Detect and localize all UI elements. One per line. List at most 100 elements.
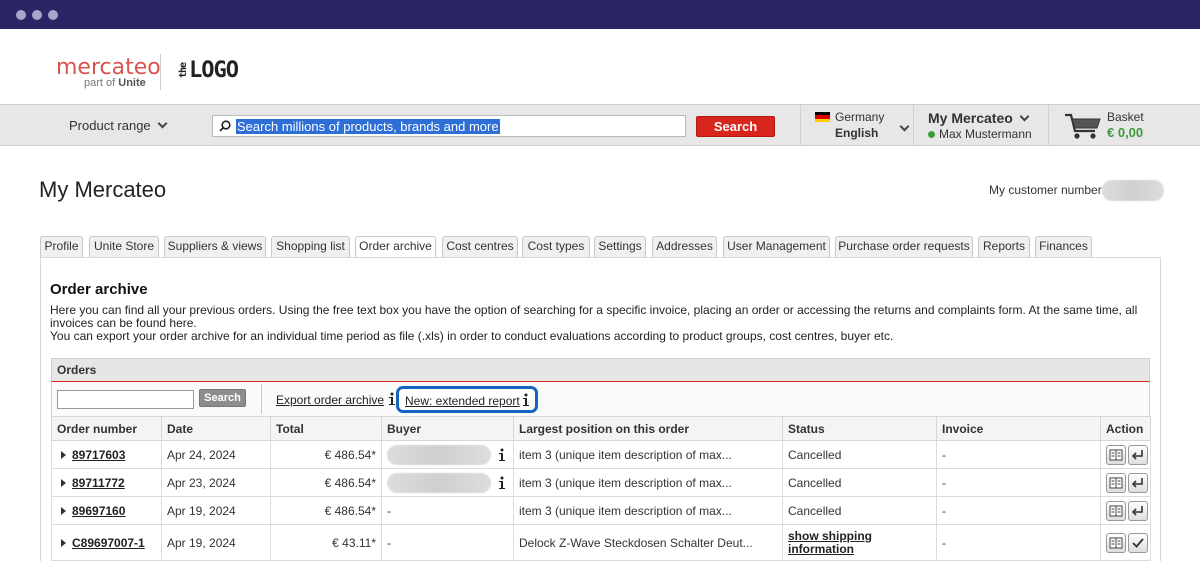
orders-toolbar: Search Export order archive New: extende…	[51, 382, 1150, 416]
order-number-link[interactable]: 89717603	[72, 448, 125, 462]
search-button[interactable]: Search	[696, 116, 775, 137]
return-button[interactable]	[1128, 500, 1148, 521]
largest-position: item 3 (unique item description of max..…	[513, 468, 783, 497]
column-header[interactable]: Total	[270, 416, 382, 441]
extended-report-link[interactable]: New: extended report	[405, 394, 520, 408]
tab-reports[interactable]: Reports	[978, 236, 1030, 257]
info-icon[interactable]	[521, 393, 531, 407]
tab-order-archive[interactable]: Order archive	[355, 236, 436, 258]
mercateo-logo[interactable]: mercateo part of Unite	[56, 55, 161, 89]
order-status: Cancelled	[782, 440, 937, 469]
shopping-cart-icon[interactable]	[1064, 112, 1102, 140]
column-header[interactable]: Invoice	[936, 416, 1101, 441]
buyer-redacted	[387, 472, 491, 493]
invoice-cell: -	[936, 468, 1101, 497]
largest-position: Delock Z-Wave Steckdosen Schalter Deut..…	[513, 524, 783, 561]
view-details-button[interactable]	[1106, 500, 1126, 521]
invoice-cell: -	[936, 496, 1101, 525]
expand-row-icon[interactable]	[61, 478, 66, 487]
basket-label: Basket	[1107, 110, 1144, 124]
expand-row-icon[interactable]	[61, 506, 66, 515]
invoice-cell: -	[936, 440, 1101, 469]
export-order-archive-link[interactable]: Export order archive	[276, 393, 384, 407]
order-archive-description: Here you can find all your previous orde…	[50, 304, 1160, 343]
tab-settings[interactable]: Settings	[594, 236, 646, 257]
user-name: Max Mustermann	[939, 127, 1032, 141]
return-button[interactable]	[1128, 472, 1148, 493]
country-label: Germany	[835, 110, 885, 124]
online-status-icon	[928, 131, 935, 138]
my-mercateo-menu[interactable]: My Mercateo Max Mustermann	[928, 110, 1032, 141]
customer-number-label: My customer number:	[989, 183, 1106, 197]
tab-addresses[interactable]: Addresses	[652, 236, 717, 257]
tab-suppliers-views[interactable]: Suppliers & views	[164, 236, 266, 257]
description-paragraph: Here you can find all your previous orde…	[50, 303, 1138, 330]
order-number-link[interactable]: 89711772	[72, 476, 125, 490]
view-details-button[interactable]	[1106, 444, 1126, 465]
window-dot-icon[interactable]	[16, 10, 26, 20]
expand-row-icon[interactable]	[61, 450, 66, 459]
column-header[interactable]: Date	[161, 416, 271, 441]
logo-divider	[160, 54, 161, 90]
order-total: € 486.54*	[270, 440, 382, 469]
action-cell	[1100, 468, 1151, 497]
order-filter-input[interactable]	[57, 390, 194, 409]
tab-shopping-list[interactable]: Shopping list	[271, 236, 350, 257]
order-filter-search-button[interactable]: Search	[199, 389, 246, 407]
chevron-down-icon[interactable]	[899, 121, 910, 132]
view-details-button[interactable]	[1106, 472, 1126, 493]
document-icon	[1109, 449, 1123, 460]
info-icon[interactable]	[497, 476, 507, 490]
info-icon[interactable]	[497, 448, 507, 462]
search-placeholder: Search millions of products, brands and …	[236, 119, 500, 134]
orders-table: Order number Date Total Buyer Largest po…	[51, 416, 1151, 561]
table-row: 89717603 Apr 24, 2024 € 486.54* item 3 (…	[51, 440, 1151, 469]
window-dot-icon[interactable]	[32, 10, 42, 20]
buyer-cell: -	[381, 524, 514, 561]
status-cell: show shipping information	[782, 524, 937, 561]
basket-summary[interactable]: Basket € 0,00	[1107, 110, 1144, 140]
document-icon	[1109, 537, 1123, 548]
table-row: 89697160 Apr 19, 2024 € 486.54* - item 3…	[51, 496, 1151, 525]
customer-number-redacted	[1102, 180, 1164, 201]
view-details-button[interactable]	[1106, 532, 1126, 553]
logo-subtitle: part of Unite	[84, 77, 146, 89]
orders-section-header: Orders	[51, 358, 1150, 382]
product-range-menu[interactable]: Product range	[69, 118, 168, 133]
largest-position: item 3 (unique item description of max..…	[513, 496, 783, 525]
tab-profile[interactable]: Profile	[40, 236, 83, 257]
column-header: Action	[1100, 416, 1151, 441]
tab-purchase-order-requests[interactable]: Purchase order requests	[835, 236, 973, 257]
document-icon	[1109, 477, 1123, 488]
language-label: English	[835, 126, 879, 140]
tab-cost-types[interactable]: Cost types	[522, 236, 590, 257]
tab-unite-store[interactable]: Unite Store	[89, 236, 159, 257]
buyer-cell	[381, 468, 514, 497]
order-date: Apr 24, 2024	[161, 440, 271, 469]
column-header[interactable]: Status	[782, 416, 937, 441]
window-dot-icon[interactable]	[48, 10, 58, 20]
order-date: Apr 19, 2024	[161, 496, 271, 525]
tab-cost-centres[interactable]: Cost centres	[442, 236, 518, 257]
tab-finances[interactable]: Finances	[1035, 236, 1092, 257]
action-cell	[1100, 496, 1151, 525]
toolbar-divider	[261, 384, 262, 414]
my-mercateo-label: My Mercateo	[928, 110, 1013, 126]
return-button[interactable]	[1128, 444, 1148, 465]
basket-amount: € 0,00	[1107, 125, 1144, 140]
action-cell	[1100, 440, 1151, 469]
buyer-cell: -	[381, 496, 514, 525]
buyer-redacted	[387, 444, 491, 465]
search-input[interactable]: Search millions of products, brands and …	[212, 115, 686, 137]
confirm-receipt-button[interactable]	[1128, 532, 1148, 553]
order-number-link[interactable]: 89697160	[72, 504, 125, 518]
column-header[interactable]: Largest position on this order	[513, 416, 783, 441]
order-number-link[interactable]: C89697007-1	[72, 536, 145, 550]
column-header[interactable]: Buyer	[381, 416, 514, 441]
tab-user-management[interactable]: User Management	[723, 236, 830, 257]
nav-divider	[1048, 105, 1049, 146]
expand-row-icon[interactable]	[61, 538, 66, 547]
description-paragraph: You can export your order archive for an…	[50, 329, 894, 343]
column-header[interactable]: Order number	[51, 416, 162, 441]
show-shipping-information-link[interactable]: show shipping information	[788, 529, 931, 556]
